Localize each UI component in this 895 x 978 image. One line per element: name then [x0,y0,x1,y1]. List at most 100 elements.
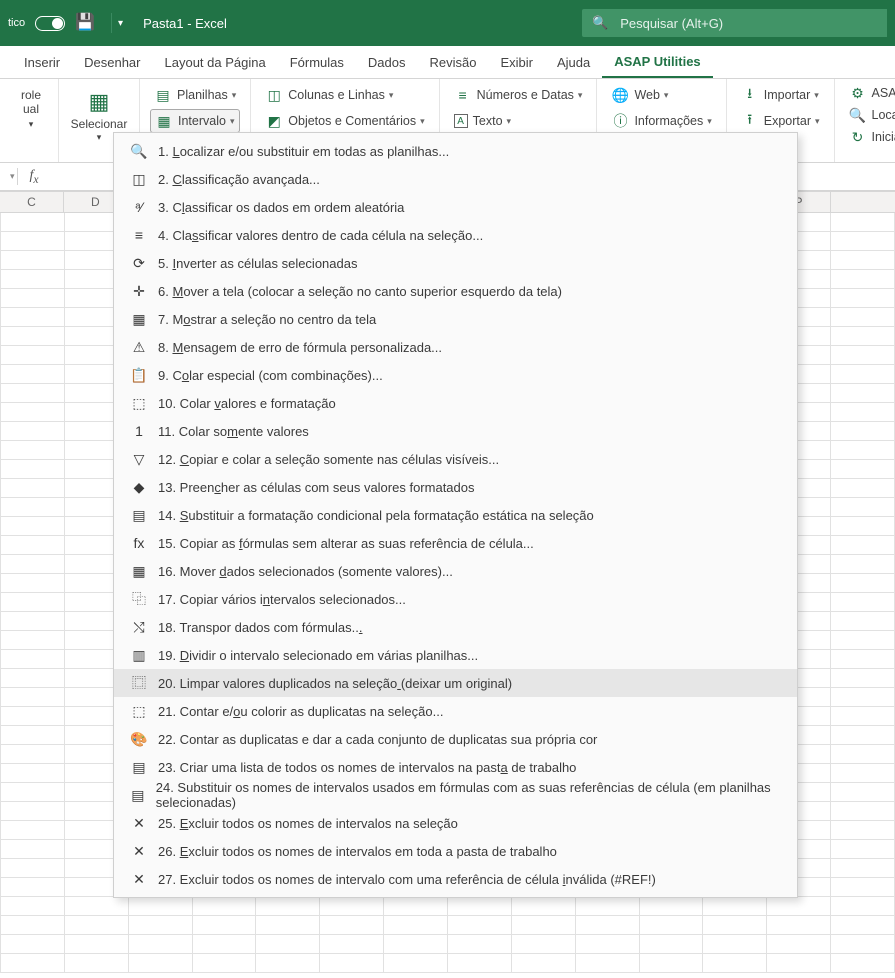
menu-item-9[interactable]: 📋 9. Colar especial (com combinações)... [114,361,797,389]
menu-item-8[interactable]: ⚠ 8. Mensagem de erro de fórmula personal… [114,333,797,361]
refresh-icon: ↻ [849,128,867,146]
menu-item-22[interactable]: 🎨 22. Contar as duplicatas e dar a cada c… [114,725,797,753]
cols-rows-icon: ◫ [265,86,283,104]
search-box[interactable]: 🔍 [582,9,887,37]
numbers-icon: ≡ [454,86,472,104]
menu-item-icon: ▤ [128,786,148,804]
btn-localizar[interactable]: 🔍 Localizar e s [845,105,895,125]
menu-item-icon: ✕ [128,842,150,860]
menu-item-icon: ✛ [128,282,150,300]
tab-asap-utilities[interactable]: ASAP Utilities [602,46,712,78]
menu-item-20[interactable]: ⿴20. Limpar valores duplicados na seleçã… [114,669,797,697]
tab-exibir[interactable]: Exibir [488,46,545,78]
menu-item-icon: 🎨 [128,730,150,748]
menu-item-21[interactable]: ⬚ 21. Contar e/ou colorir as duplicatas n… [114,697,797,725]
menu-item-15[interactable]: fx15. Copiar as fórmulas sem alterar as … [114,529,797,557]
objects-icon: ◩ [265,112,283,130]
menu-item-icon: ▦ [128,310,150,328]
menu-item-icon: ▦ [128,562,150,580]
opcoes-label[interactable]: Opçõe [845,149,895,163]
btn-planilhas[interactable]: ▤ Planilhas▾ [150,83,240,107]
menu-item-label: 14. Substituir a formatação condicional … [158,508,594,523]
menu-item-label: 26. Excluir todos os nomes de intervalos… [158,844,557,859]
namebox-dropdown[interactable]: ▾ [10,171,15,182]
menu-item-6[interactable]: ✛6. Mover a tela (colocar a seleção no c… [114,277,797,305]
menu-item-icon: ≡ [128,226,150,244]
btn-objetos-comentarios[interactable]: ◩ Objetos e Comentários▾ [261,109,428,133]
menu-item-3[interactable]: ᵃ⁄3. Classificar os dados em ordem aleat… [114,193,797,221]
menu-item-label: 21. Contar e/ou colorir as duplicatas na… [158,704,443,719]
menu-item-10[interactable]: ⬚10. Colar valores e formatação [114,389,797,417]
save-icon[interactable]: 💾 [75,15,95,31]
btn-iniciar-ultima[interactable]: ↻ Iniciar a últim [845,127,895,147]
btn-informacoes[interactable]: ⓘ Informações▾ [607,109,715,133]
menu-item-icon: 📋 [128,366,150,384]
menu-item-5[interactable]: ⟳5. Inverter as células selecionadas [114,249,797,277]
workbook-name: Pasta1 [143,16,183,31]
big-button-1[interactable]: role ual ▾ [14,85,48,129]
menu-item-label: 8. Mensagem de erro de fórmula personali… [158,340,442,355]
title-bar: tico 💾 ▾ Pasta1 - Excel 🔍 [0,0,895,46]
fx-icon[interactable]: fx [30,168,39,186]
btn-colunas-linhas[interactable]: ◫ Colunas e Linhas▾ [261,83,428,107]
btn-importar[interactable]: ⭳ Importar▾ [737,83,824,107]
menu-item-27[interactable]: ✕27. Excluir todos os nomes de intervalo… [114,865,797,893]
tab-inserir[interactable]: Inserir [12,46,72,78]
menu-item-19[interactable]: ▥19. Dividir o intervalo selecionado em … [114,641,797,669]
search-input[interactable] [618,15,877,32]
menu-item-1[interactable]: 🔍1. Localizar e/ou substituir em todas a… [114,137,797,165]
autosave-toggle[interactable] [35,16,65,31]
menu-item-label: 1. Localizar e/ou substituir em todas as… [158,144,449,159]
menu-item-2[interactable]: ◫2. Classificação avançada... [114,165,797,193]
menu-item-label: 22. Contar as duplicatas e dar a cada co… [158,732,597,747]
menu-item-25[interactable]: ✕25. Excluir todos os nomes de intervalo… [114,809,797,837]
menu-item-12[interactable]: ▽12. Copiar e colar a seleção somente na… [114,445,797,473]
gear-icon: ⚙ [849,84,867,102]
tab-dados[interactable]: Dados [356,46,418,78]
menu-item-icon: ⿻ [128,590,150,608]
menu-item-icon: ⬚ [128,394,150,412]
tab-formulas[interactable]: Fórmulas [278,46,356,78]
tab-layout[interactable]: Layout da Página [153,46,278,78]
btn-asap-options[interactable]: ⚙ ASAP Utilitie [845,83,895,103]
menu-item-16[interactable]: ▦ 16. Mover dados selecionados (somente v… [114,557,797,585]
menu-item-label: 11. Colar somente valores [158,424,309,439]
tab-desenhar[interactable]: Desenhar [72,46,152,78]
menu-item-11[interactable]: 111. Colar somente valores [114,417,797,445]
menu-item-24[interactable]: ▤ 24. Substituir os nomes de intervalos u… [114,781,797,809]
autosave-label: tico [8,17,25,29]
menu-item-icon: ⬚ [128,702,150,720]
menu-item-label: 13. Preencher as células com seus valore… [158,480,475,495]
tab-revisao[interactable]: Revisão [417,46,488,78]
menu-item-label: 9. Colar especial (com combinações)... [158,368,383,383]
btn-web[interactable]: 🌐 Web▾ [607,83,715,107]
menu-item-4[interactable]: ≡4. Classificar valores dentro de cada c… [114,221,797,249]
menu-item-18[interactable]: ⤭18. Transpor dados com fórmulas... [114,613,797,641]
menu-item-7[interactable]: ▦ 7. Mostrar a seleção no centro da tela [114,305,797,333]
menu-item-23[interactable]: ▤23. Criar uma lista de todos os nomes d… [114,753,797,781]
col-C[interactable]: C [0,191,64,213]
menu-item-label: 23. Criar uma lista de todos os nomes de… [158,760,576,775]
menu-item-13[interactable]: ◆13. Preencher as células com seus valor… [114,473,797,501]
web-icon: 🌐 [611,86,629,104]
btn-exportar[interactable]: ⭱ Exportar▾ [737,109,824,133]
btn-texto[interactable]: A Texto▾ [450,109,587,133]
tab-ajuda[interactable]: Ajuda [545,46,602,78]
menu-item-icon: ⚠ [128,338,150,356]
menu-item-26[interactable]: ✕ 26. Excluir todos os nomes de intervalo… [114,837,797,865]
menu-item-17[interactable]: ⿻17. Copiar vários intervalos selecionad… [114,585,797,613]
btn-numeros-datas[interactable]: ≡ Números e Datas▾ [450,83,587,107]
app-name: Excel [195,16,227,31]
menu-item-label: 16. Mover dados selecionados (somente va… [158,564,453,579]
info-icon: ⓘ [611,112,629,130]
menu-item-label: 7. Mostrar a seleção no centro da tela [158,312,376,327]
qat-customize[interactable]: ▾ [118,18,123,29]
btn-intervalo[interactable]: ▦ Intervalo▾ [150,109,240,133]
menu-item-label: 24. Substituir os nomes de intervalos us… [156,780,783,810]
menu-item-icon: ⿴ [128,674,150,692]
menu-item-label: 12. Copiar e colar a seleção somente nas… [158,452,499,467]
menu-item-icon: ✕ [128,870,150,888]
menu-item-14[interactable]: ▤14. Substituir a formatação condicional… [114,501,797,529]
menu-item-icon: ◫ [128,170,150,188]
text-icon: A [454,114,468,128]
